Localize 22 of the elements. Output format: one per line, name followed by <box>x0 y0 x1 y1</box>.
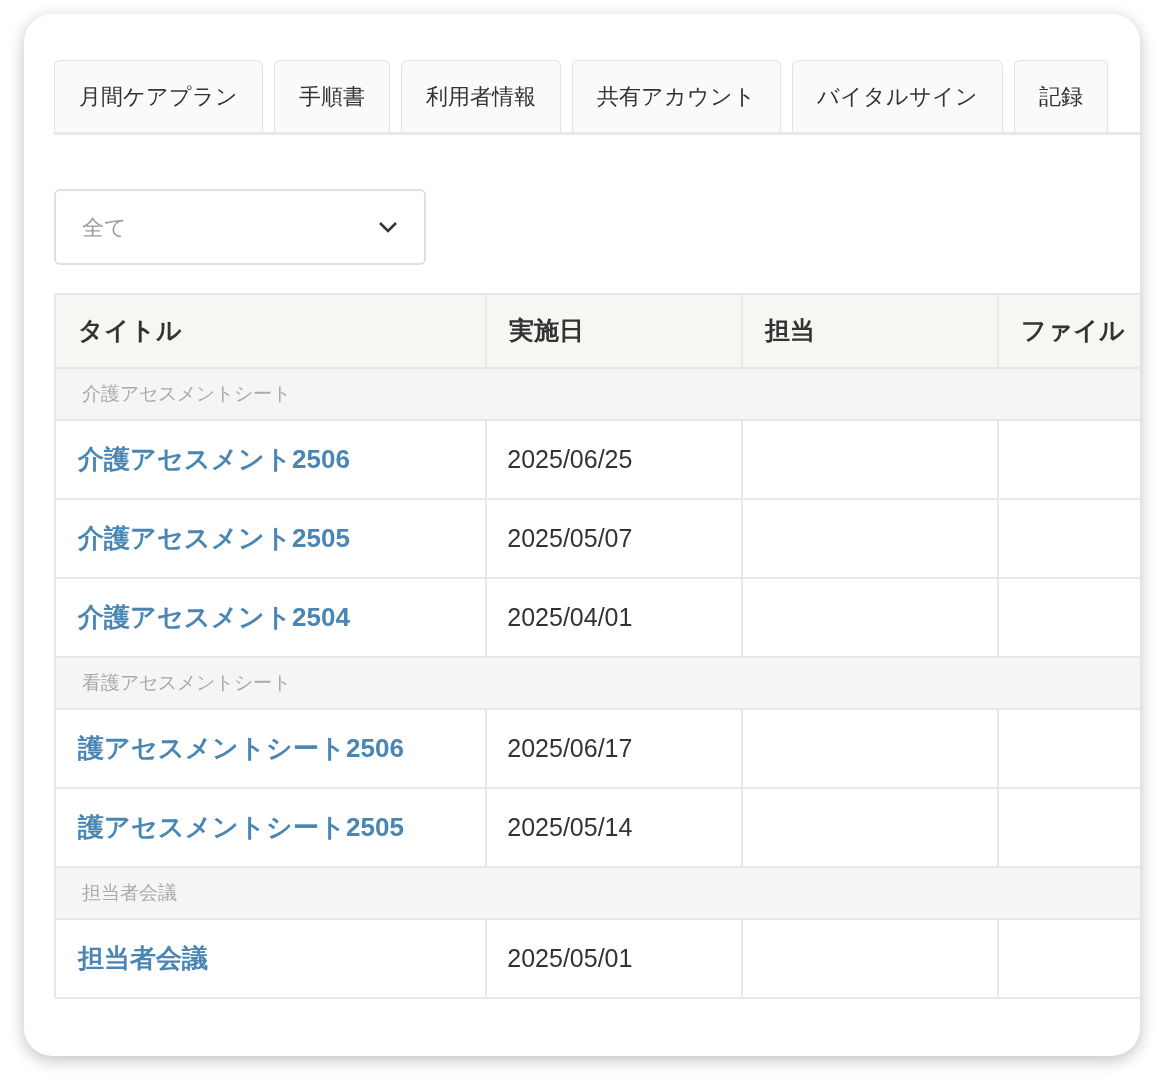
date-cell: 2025/05/07 <box>485 500 741 577</box>
filter-dropdown[interactable]: 全て <box>54 189 426 265</box>
date-cell: 2025/05/01 <box>485 920 741 997</box>
date-cell: 2025/06/17 <box>485 710 741 787</box>
tab[interactable]: 共有アカウント <box>572 60 781 132</box>
date-cell: 2025/06/25 <box>485 421 741 498</box>
group-header: 担当者会議 <box>56 866 1140 918</box>
chevron-down-icon <box>378 221 398 233</box>
column-header: タイトル <box>77 315 183 347</box>
group-header: 介護アセスメントシート <box>56 367 1140 419</box>
title-link[interactable]: 介護アセスメント2504 <box>78 598 350 637</box>
group-header: 看護アセスメントシート <box>56 656 1140 708</box>
tab[interactable]: 手順書 <box>274 60 390 132</box>
title-link[interactable]: 担当者会議 <box>78 939 208 978</box>
tab[interactable]: 記録 <box>1014 60 1108 132</box>
title-link[interactable]: 護アセスメントシート2506 <box>78 729 404 768</box>
tab[interactable]: 月間ケアプラン <box>54 60 263 132</box>
tab[interactable]: 利用者情報 <box>401 60 561 132</box>
title-link[interactable]: 介護アセスメント2506 <box>78 440 350 479</box>
title-link[interactable]: 介護アセスメント2505 <box>78 519 350 558</box>
tab[interactable]: バイタルサイン <box>792 60 1003 132</box>
title-link[interactable]: 護アセスメントシート2505 <box>78 808 404 847</box>
